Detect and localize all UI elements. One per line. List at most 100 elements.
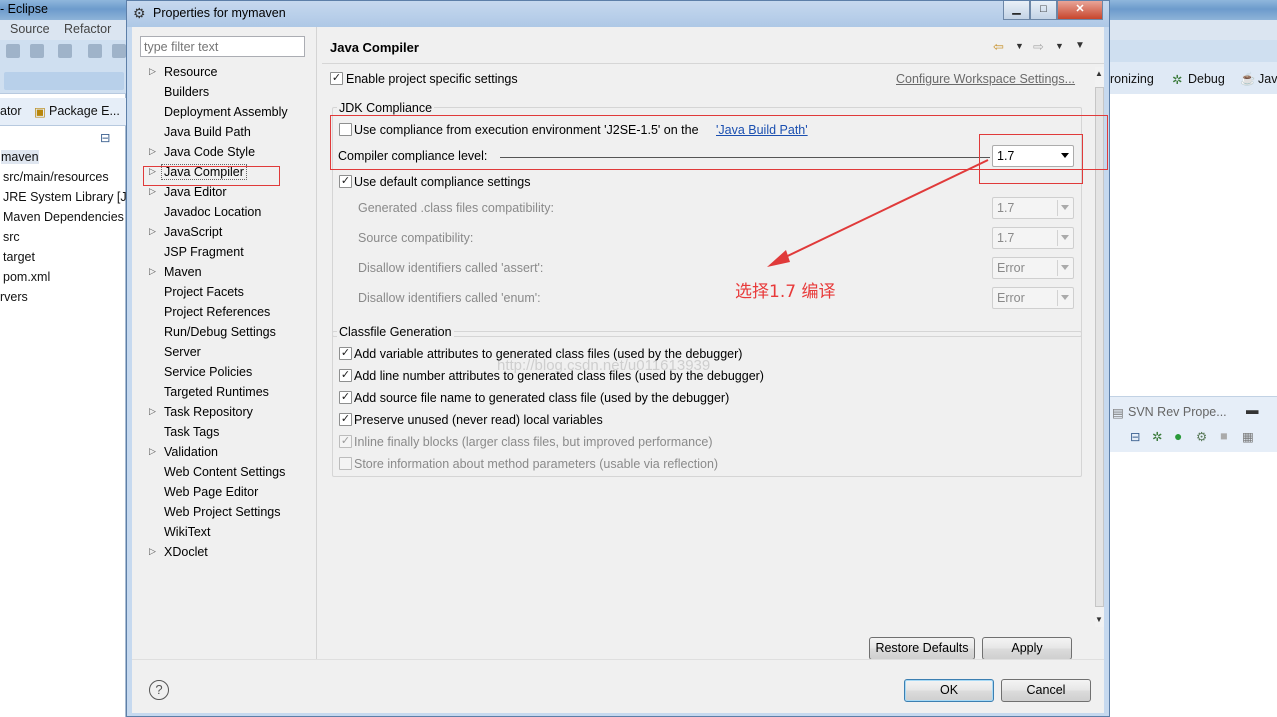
expand-arrow-icon[interactable]: ▷ xyxy=(149,66,156,77)
dialog-button-bar: ? OK Cancel xyxy=(132,659,1104,713)
chevron-down-icon xyxy=(1061,295,1069,300)
tab-navigator[interactable]: ator xyxy=(0,104,22,118)
tree-item-label: Project Facets xyxy=(164,285,244,299)
tree-item-web-content-settings[interactable]: Web Content Settings xyxy=(132,463,317,483)
forward-icon[interactable]: ⇨ xyxy=(1033,39,1044,55)
tree-item-maven[interactable]: ▷ Maven xyxy=(132,263,317,283)
tree-item-web-page-editor[interactable]: Web Page Editor xyxy=(132,483,317,503)
expand-arrow-icon[interactable]: ▷ xyxy=(149,186,156,197)
tree-item-task-tags[interactable]: Task Tags xyxy=(132,423,317,443)
help-icon[interactable]: ? xyxy=(149,680,169,700)
option-checkbox[interactable]: ✓ xyxy=(339,413,352,426)
classfile-generation-title: Classfile Generation xyxy=(337,325,454,339)
svn-rev-properties-tab[interactable]: SVN Rev Prope... xyxy=(1128,405,1227,419)
expand-arrow-icon[interactable]: ▷ xyxy=(149,146,156,157)
expand-arrow-icon[interactable]: ▷ xyxy=(149,226,156,237)
tree-item-web-project-settings[interactable]: Web Project Settings xyxy=(132,503,317,523)
forward-dropdown-icon[interactable]: ▼ xyxy=(1055,41,1064,51)
option-checkbox[interactable]: ✓ xyxy=(339,369,352,382)
chevron-down-icon xyxy=(1061,205,1069,210)
tree-item-validation[interactable]: ▷ Validation xyxy=(132,443,317,463)
tree-node-maven-deps[interactable]: Maven Dependencies xyxy=(3,210,124,224)
tree-node-resources[interactable]: src/main/resources xyxy=(3,170,109,184)
tree-node-servers[interactable]: rvers xyxy=(0,290,28,304)
tree-item-jsp-fragment[interactable]: JSP Fragment xyxy=(132,243,317,263)
run-icon[interactable]: ● xyxy=(1174,428,1182,444)
tree-item-java-build-path[interactable]: Java Build Path xyxy=(132,123,317,143)
project-node[interactable]: maven xyxy=(1,150,39,164)
watermark: http://blog.csdn.net/u011613939 xyxy=(497,357,711,374)
stop-icon[interactable]: ■ xyxy=(1220,429,1228,443)
scroll-down-icon[interactable]: ▼ xyxy=(1095,615,1103,624)
scroll-up-icon[interactable]: ▲ xyxy=(1095,69,1103,78)
tree-item-xdoclet[interactable]: ▷ XDoclet xyxy=(132,543,317,563)
ok-button[interactable]: OK xyxy=(904,679,994,702)
minimize-icon[interactable]: ▬ xyxy=(1246,403,1259,417)
enable-project-specific-checkbox[interactable]: ✓ xyxy=(330,72,343,85)
tree-item-java-code-style[interactable]: ▷ Java Code Style xyxy=(132,143,317,163)
tree-item-targeted-runtimes[interactable]: Targeted Runtimes xyxy=(132,383,317,403)
back-icon[interactable]: ⇦ xyxy=(993,39,1004,55)
skip-breakpoints-icon[interactable] xyxy=(58,44,72,58)
disallow-enum-select[interactable]: Error xyxy=(992,287,1074,309)
expand-arrow-icon[interactable]: ▷ xyxy=(149,406,156,417)
tree-node-pom[interactable]: pom.xml xyxy=(3,270,50,284)
tree-item-server[interactable]: Server xyxy=(132,343,317,363)
disallow-assert-select[interactable]: Error xyxy=(992,257,1074,279)
tree-item-service-policies[interactable]: Service Policies xyxy=(132,363,317,383)
collapse-icon[interactable]: ⊟ xyxy=(1130,429,1140,444)
use-default-compliance-checkbox[interactable]: ✓ xyxy=(339,175,352,188)
resume-icon[interactable] xyxy=(88,44,102,58)
tab-package-explorer[interactable]: Package E... xyxy=(49,104,120,118)
option-checkbox[interactable]: ✓ xyxy=(339,347,352,360)
tree-item-run-debug-settings[interactable]: Run/Debug Settings xyxy=(132,323,317,343)
bug-icon[interactable]: ✲ xyxy=(1152,429,1162,444)
back-dropdown-icon[interactable]: ▼ xyxy=(1015,41,1024,51)
expand-arrow-icon[interactable]: ▷ xyxy=(149,266,156,277)
menu-refactor[interactable]: Refactor xyxy=(64,22,111,36)
tree-item-wikitext[interactable]: WikiText xyxy=(132,523,317,543)
tree-item-task-repository[interactable]: ▷ Task Repository xyxy=(132,403,317,423)
expand-arrow-icon[interactable]: ▷ xyxy=(149,546,156,557)
copy-icon[interactable]: ▦ xyxy=(1242,429,1254,444)
restore-defaults-button[interactable]: Restore Defaults xyxy=(869,637,975,660)
print-icon[interactable] xyxy=(30,44,44,58)
filter-input[interactable] xyxy=(140,36,305,57)
tree-item-label: Web Page Editor xyxy=(164,485,259,499)
generated-compat-select[interactable]: 1.7 xyxy=(992,197,1074,219)
tree-item-builders[interactable]: Builders xyxy=(132,83,317,103)
minimize-button[interactable]: ▁ xyxy=(1003,1,1030,20)
tree-item-project-facets[interactable]: Project Facets xyxy=(132,283,317,303)
tree-item-project-references[interactable]: Project References xyxy=(132,303,317,323)
tree-item-java-editor[interactable]: ▷ Java Editor xyxy=(132,183,317,203)
use-default-compliance-label: Use default compliance settings xyxy=(354,175,531,189)
perspective-synchronizing[interactable]: ronizing xyxy=(1110,72,1154,86)
tree-item-deployment-assembly[interactable]: Deployment Assembly xyxy=(132,103,317,123)
enable-project-specific-label: Enable project specific settings xyxy=(346,72,518,86)
suspend-icon[interactable] xyxy=(112,44,126,58)
perspective-java[interactable]: Jav xyxy=(1258,72,1277,86)
tree-node-src[interactable]: src xyxy=(3,230,20,244)
tree-node-target[interactable]: target xyxy=(3,250,35,264)
configure-workspace-link[interactable]: Configure Workspace Settings... xyxy=(896,72,1075,86)
connect-icon[interactable]: ⚙ xyxy=(1196,429,1207,444)
apply-button[interactable]: Apply xyxy=(982,637,1072,660)
option-checkbox[interactable]: ✓ xyxy=(339,391,352,404)
tree-item-javadoc-location[interactable]: Javadoc Location xyxy=(132,203,317,223)
tree-node-jre[interactable]: JRE System Library [J xyxy=(3,190,127,204)
perspective-debug[interactable]: Debug xyxy=(1188,72,1225,86)
menu-source[interactable]: Source xyxy=(10,22,50,36)
expand-arrow-icon[interactable]: ▷ xyxy=(149,446,156,457)
collapse-all-icon[interactable]: ⊟ xyxy=(100,130,110,145)
source-compat-select[interactable]: 1.7 xyxy=(992,227,1074,249)
tree-item-javascript[interactable]: ▷ JavaScript xyxy=(132,223,317,243)
tree-item-resource[interactable]: ▷ Resource xyxy=(132,63,317,83)
cancel-button[interactable]: Cancel xyxy=(1001,679,1091,702)
view-menu-icon[interactable]: ▼ xyxy=(1075,40,1085,51)
close-button[interactable]: ✕ xyxy=(1057,1,1103,20)
toolbar-icon[interactable] xyxy=(6,44,20,58)
option-checkbox[interactable]: ✓ xyxy=(339,435,352,448)
tree-separator[interactable] xyxy=(316,27,317,659)
maximize-button[interactable]: □ xyxy=(1030,1,1057,20)
option-checkbox[interactable] xyxy=(339,457,352,470)
